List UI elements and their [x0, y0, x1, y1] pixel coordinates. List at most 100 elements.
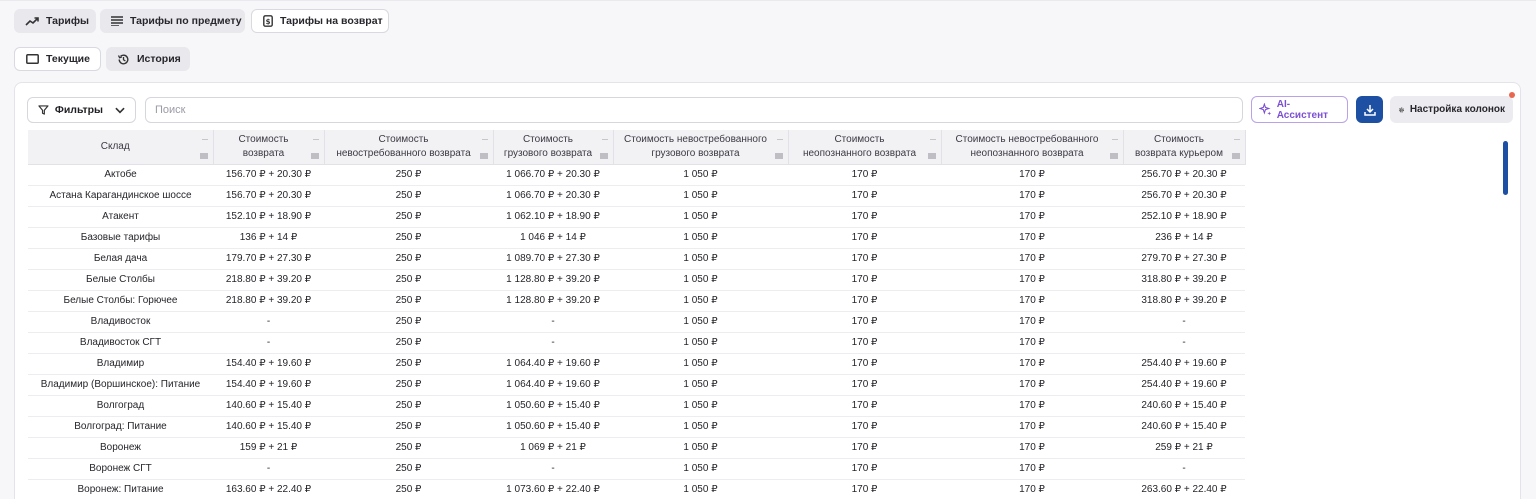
tariff-cell: 279.70 ₽ + 27.30 ₽ — [1123, 248, 1245, 270]
tariff-cell: 163.60 ₽ + 22.40 ₽ — [213, 479, 324, 499]
tariff-cell: 170 ₽ — [941, 416, 1123, 438]
tariff-cell: 170 ₽ — [788, 479, 941, 499]
tariff-cell: 250 ₽ — [324, 332, 493, 354]
table-row[interactable]: Воронеж СГТ -250 ₽ -1 050 ₽170 ₽170 ₽ - — [28, 458, 1245, 480]
tariff-cell: 170 ₽ — [788, 332, 941, 354]
table-row[interactable]: Белая дача 179.70 ₽ + 27.30 ₽250 ₽1 089.7… — [28, 248, 1245, 270]
tariff-cell: 263.60 ₽ + 22.40 ₽ — [1123, 479, 1245, 499]
table-row[interactable]: Белые Столбы: Горючее 218.80 ₽ + 39.20 ₽2… — [28, 290, 1245, 312]
column-options-icon[interactable]: ··· — [313, 132, 320, 146]
filters-button[interactable]: Фильтры — [27, 97, 136, 123]
tariff-cell: 170 ₽ — [788, 374, 941, 396]
column-menu-icon[interactable] — [199, 153, 208, 159]
trend-up-icon — [25, 17, 39, 26]
warehouse-cell: Атакент — [28, 206, 213, 228]
ai-assistant-button[interactable]: AI-Ассистент — [1251, 96, 1348, 123]
table-row[interactable]: Актобе 156.70 ₽ + 20.30 ₽250 ₽1 066.70 ₽ … — [28, 164, 1245, 186]
tariff-cell: 170 ₽ — [941, 353, 1123, 375]
column-menu-icon[interactable] — [1231, 153, 1240, 159]
gear-icon — [1398, 107, 1404, 112]
column-header[interactable]: Стоимость возврата курьером ··· — [1123, 130, 1246, 165]
column-menu-icon[interactable] — [599, 153, 608, 159]
column-header[interactable]: Стоимость возврата ··· — [213, 130, 325, 165]
column-menu-icon[interactable] — [927, 153, 936, 159]
column-options-icon[interactable]: ··· — [777, 132, 784, 146]
table-row[interactable]: Астана Карагандинское шоссе 156.70 ₽ + 20… — [28, 185, 1245, 207]
column-header[interactable]: Склад ··· — [28, 130, 214, 165]
tariff-cell: 1 128.80 ₽ + 39.20 ₽ — [493, 290, 613, 312]
tariff-cell: 254.40 ₽ + 19.60 ₽ — [1123, 353, 1245, 375]
column-header[interactable]: Стоимость невостребованного неопознанного… — [941, 130, 1124, 165]
column-menu-icon[interactable] — [774, 153, 783, 159]
table-row[interactable]: Владивосток СГТ -250 ₽ -1 050 ₽170 ₽170 ₽ - — [28, 332, 1245, 354]
tariff-cell: 170 ₽ — [941, 458, 1123, 480]
tariff-cell: 218.80 ₽ + 39.20 ₽ — [213, 269, 324, 291]
document-icon: $ — [263, 15, 273, 27]
tab-tariffs[interactable]: Тарифы — [14, 9, 96, 33]
tariff-cell: 170 ₽ — [788, 290, 941, 312]
vertical-scrollbar[interactable] — [1503, 141, 1508, 195]
table-row[interactable]: Воронеж 159 ₽ + 21 ₽250 ₽1 069 ₽ + 21 ₽1 … — [28, 437, 1245, 459]
column-menu-icon[interactable] — [1109, 153, 1118, 159]
table-row[interactable]: Атакент 152.10 ₽ + 18.90 ₽250 ₽1 062.10 ₽… — [28, 206, 1245, 228]
warehouse-cell: Белые Столбы — [28, 269, 213, 291]
tariff-cell: 170 ₽ — [788, 248, 941, 270]
column-header[interactable]: Стоимость невостребованного возврата ··· — [324, 130, 494, 165]
tariff-cell: 170 ₽ — [941, 311, 1123, 333]
column-header-label: Стоимость невостребованного — [624, 133, 767, 145]
column-header[interactable]: Стоимость неопознанного возврата ··· — [788, 130, 942, 165]
tariff-cell: 250 ₽ — [324, 437, 493, 459]
column-options-icon[interactable]: ··· — [930, 132, 937, 146]
column-options-icon[interactable]: ··· — [202, 132, 209, 146]
tariff-cell: 1 050 ₽ — [613, 311, 788, 333]
column-menu-icon[interactable] — [310, 153, 319, 159]
warehouse-cell: Владимир (Воршинское): Питание — [28, 374, 213, 396]
column-header-label: грузового возврата — [503, 147, 593, 159]
table-row[interactable]: Базовые тарифы 136 ₽ + 14 ₽250 ₽1 046 ₽ +… — [28, 227, 1245, 249]
column-header[interactable]: Стоимость грузового возврата ··· — [493, 130, 614, 165]
column-settings-button[interactable]: Настройка колонок — [1390, 96, 1513, 123]
tariff-cell: 318.80 ₽ + 39.20 ₽ — [1123, 290, 1245, 312]
tariff-cell: 170 ₽ — [941, 248, 1123, 270]
table-row[interactable]: Воронеж: Питание 163.60 ₽ + 22.40 ₽250 ₽1… — [28, 479, 1245, 499]
tariff-cell: 156.70 ₽ + 20.30 ₽ — [213, 164, 324, 186]
tab-history[interactable]: История — [106, 47, 190, 71]
tariff-cell: 1 046 ₽ + 14 ₽ — [493, 227, 613, 249]
column-header-label: Склад — [100, 140, 130, 152]
table-row[interactable]: Волгоград: Питание 140.60 ₽ + 15.40 ₽250 … — [28, 416, 1245, 438]
tariff-cell: 170 ₽ — [941, 479, 1123, 499]
column-options-icon[interactable]: ··· — [1234, 132, 1241, 146]
table-row[interactable]: Белые Столбы 218.80 ₽ + 39.20 ₽250 ₽1 128… — [28, 269, 1245, 291]
notification-dot — [1509, 92, 1515, 98]
tariff-cell: 1 050 ₽ — [613, 395, 788, 417]
tab-tariffs-by-subject[interactable]: Тарифы по предмету — [100, 9, 245, 33]
filters-label: Фильтры — [54, 104, 104, 116]
column-options-icon[interactable]: ··· — [482, 132, 489, 146]
table-row[interactable]: Владивосток -250 ₽ -1 050 ₽170 ₽170 ₽ - — [28, 311, 1245, 333]
column-options-icon[interactable]: ··· — [602, 132, 609, 146]
tab-current[interactable]: Текущие — [14, 47, 101, 71]
warehouse-cell: Базовые тарифы — [28, 227, 213, 249]
tab-return-tariffs[interactable]: $ Тарифы на возврат — [251, 9, 389, 33]
column-menu-icon[interactable] — [479, 153, 488, 159]
table-row[interactable]: Владимир (Воршинское): Питание 154.40 ₽ +… — [28, 374, 1245, 396]
tariff-cell: 170 ₽ — [941, 374, 1123, 396]
tariff-cell: 1 050 ₽ — [613, 458, 788, 480]
search-input[interactable] — [145, 97, 1243, 123]
warehouse-cell: Воронеж — [28, 437, 213, 459]
tariff-cell: 170 ₽ — [788, 185, 941, 207]
column-header[interactable]: Стоимость невостребованного грузового воз… — [613, 130, 789, 165]
tariff-cell: 1 050 ₽ — [613, 353, 788, 375]
tariff-cell: 250 ₽ — [324, 164, 493, 186]
warehouse-cell: Владивосток — [28, 311, 213, 333]
tariff-cell: 218.80 ₽ + 39.20 ₽ — [213, 290, 324, 312]
download-button[interactable] — [1356, 96, 1383, 123]
list-lines-icon — [111, 16, 123, 26]
column-options-icon[interactable]: ··· — [1112, 132, 1119, 146]
warehouse-cell: Владивосток СГТ — [28, 332, 213, 354]
tariff-cell: 1 050.60 ₽ + 15.40 ₽ — [493, 416, 613, 438]
table-row[interactable]: Волгоград 140.60 ₽ + 15.40 ₽250 ₽1 050.60… — [28, 395, 1245, 417]
table-row[interactable]: Владимир 154.40 ₽ + 19.60 ₽250 ₽1 064.40 … — [28, 353, 1245, 375]
tariff-cell: 1 062.10 ₽ + 18.90 ₽ — [493, 206, 613, 228]
tariff-cell: 250 ₽ — [324, 458, 493, 480]
